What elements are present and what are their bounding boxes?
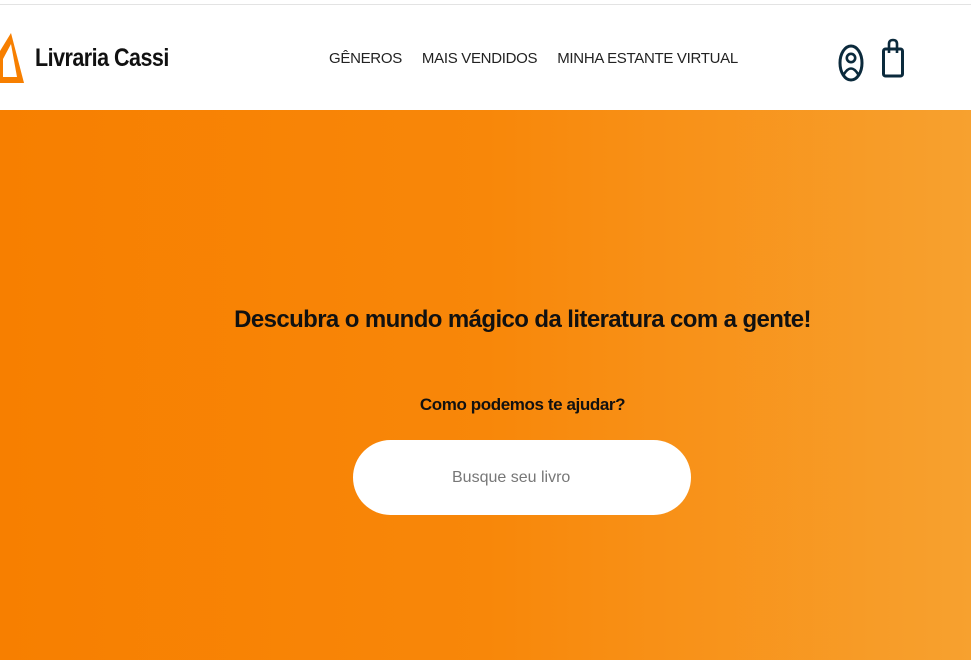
shopping-bag-icon[interactable] — [881, 38, 905, 78]
nav-item-minha-estante-virtual[interactable]: MINHA ESTANTE VIRTUAL — [557, 50, 738, 67]
main-nav: GÊNEROS MAIS VENDIDOS MINHA ESTANTE VIRT… — [329, 50, 738, 67]
hero-title: Descubra o mundo mágico da literatura co… — [234, 306, 811, 333]
hero-subtitle: Como podemos te ajudar? — [419, 395, 626, 414]
site-header: Livraria Cassi GÊNEROS MAIS VENDIDOS MIN… — [0, 5, 971, 110]
nav-item-mais-vendidos[interactable]: MAIS VENDIDOS — [422, 50, 538, 67]
search-input[interactable] — [353, 440, 691, 515]
nav-item-generos[interactable]: GÊNEROS — [329, 50, 402, 67]
user-circle-icon[interactable] — [838, 43, 864, 83]
logo[interactable]: Livraria Cassi — [0, 33, 191, 83]
hero-section: Descubra o mundo mágico da literatura co… — [0, 110, 971, 660]
brand-name: Livraria Cassi — [35, 43, 169, 72]
logo-mark-icon — [0, 33, 24, 83]
